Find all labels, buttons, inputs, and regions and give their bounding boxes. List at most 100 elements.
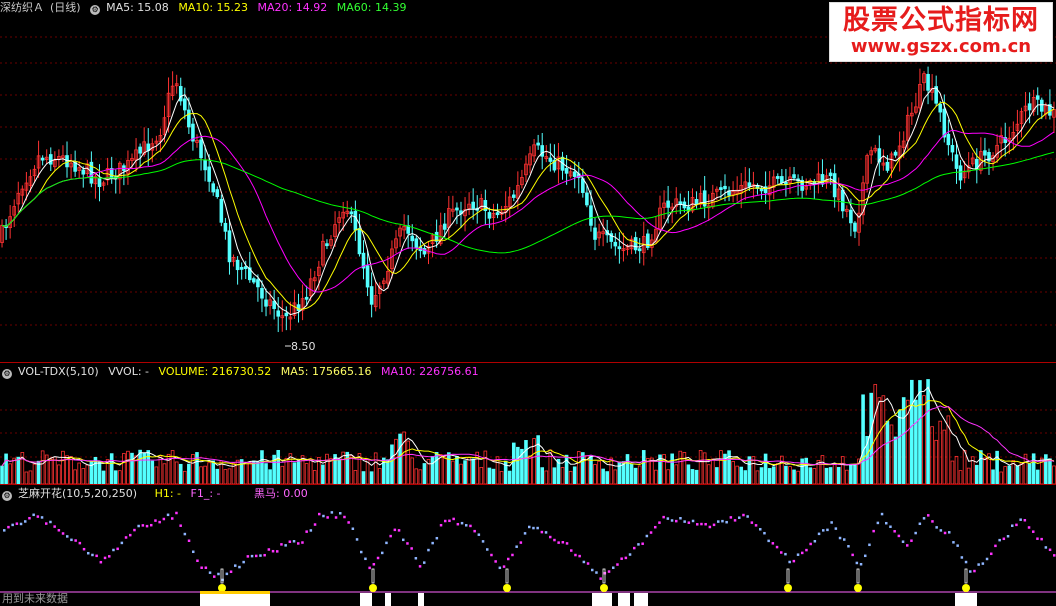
volume-bar [243,462,248,484]
oscillator-dot [448,519,451,523]
volume-bar [479,466,484,484]
oscillator-dot [91,553,94,557]
volume-bar [150,460,155,484]
oscillator-dot [166,513,170,517]
volume-bar [61,450,65,484]
volume-bar [901,397,906,484]
volume-bar [877,397,882,484]
volume-bar [312,470,317,484]
oscillator-dot [868,543,871,547]
oscillator-dot [641,542,644,545]
volume-bar [48,458,53,484]
volume-bar [593,464,597,484]
oscillator-dot [754,524,758,527]
volume-bar [414,468,419,484]
volume-bar [1015,465,1020,484]
settings-icon[interactable]: ⚙ [2,491,12,501]
oscillator-dot [229,570,233,573]
oscillator-dot [120,541,124,545]
formula-panel[interactable]: ⚙ 芝麻开花(10,5,20,250) H1: - F1_: - 黑马: 0.00 [0,485,1056,606]
volume-bar [690,469,695,484]
volume-panel[interactable]: ⚙ VOL-TDX(5,10) VVOL: - VOLUME: 216730.52… [0,363,1056,484]
signal-dot [600,584,608,592]
oscillator-dot [158,520,161,524]
candle-body [410,235,415,242]
oscillator-dot [843,538,846,541]
oscillator-dot [662,515,665,519]
oscillator-dot [561,541,565,544]
oscillator-dot [460,521,464,525]
volume-bar [763,453,768,484]
oscillator-dot [498,566,502,570]
candle-body [365,265,370,288]
oscillator-dot [507,557,510,561]
volume-bar [296,460,301,484]
volume-bar [605,471,609,484]
oscillator-dot [154,519,157,522]
volume-bar [4,453,8,484]
oscillator-dot [318,512,321,516]
formula-chart[interactable] [0,485,1056,606]
candle-body [719,187,723,190]
volume-bar [499,471,504,484]
candle-body [849,209,853,224]
oscillator-dot [838,536,842,540]
candle-body [276,310,281,317]
oscillator-dot [998,538,1001,542]
oscillator-dot [981,562,985,565]
oscillator-dot [696,523,699,526]
volume-bar [81,468,86,484]
oscillator-dot [61,532,65,535]
candle-body [942,108,947,138]
oscillator-dot [423,561,426,564]
oscillator-dot [633,546,636,550]
stock-name: 深纺织Ａ (日线) [0,1,81,14]
volume-bar [654,469,658,484]
oscillator-dot [175,511,178,515]
oscillator-dot [469,524,472,528]
volume-bar [966,467,971,484]
candle-body [958,165,963,181]
volume-chart[interactable] [0,363,1056,484]
oscillator-dot [864,554,867,558]
candle-body [211,183,216,193]
oscillator-dot [36,515,40,518]
oscillator-dot [292,540,296,543]
formula-header: ⚙ 芝麻开花(10,5,20,250) H1: - F1_: - 黑马: 0.00 [0,486,314,502]
volume-bar [325,453,329,484]
oscillator-dot [250,554,254,558]
ma5-line [1,87,1055,316]
oscillator-dot [994,544,997,548]
volume-bar [613,469,618,484]
candle-body [272,300,276,309]
volume-bar [349,454,354,484]
oscillator-dot [410,547,413,550]
oscillator-dot [87,551,90,555]
candle-body [572,171,577,177]
oscillator-dot [452,517,455,521]
oscillator-dot [217,572,220,576]
candle-body [260,288,264,299]
volume-bar [369,471,374,484]
volume-bar [853,464,857,484]
volume-bar [979,450,983,484]
oscillator-dot [49,520,52,524]
oscillator-dot [511,553,514,557]
candle-body [637,248,642,252]
oscillator-dot [536,526,539,530]
oscillator-dot [481,540,485,543]
oscillator-dot [246,555,250,558]
volume-bar [459,463,463,484]
oscillator-dot [964,560,968,564]
settings-icon[interactable]: ⚙ [2,369,12,379]
oscillator-dot [788,560,791,564]
signal-bar [505,568,509,584]
volume-bar [256,461,260,484]
oscillator-dot [276,550,279,553]
oscillator-dot [477,533,481,536]
settings-icon[interactable]: ⚙ [90,5,101,15]
volume-bar [824,467,829,484]
oscillator-dot [141,524,145,527]
oscillator-dot [444,519,447,523]
volume-bar [548,449,553,484]
